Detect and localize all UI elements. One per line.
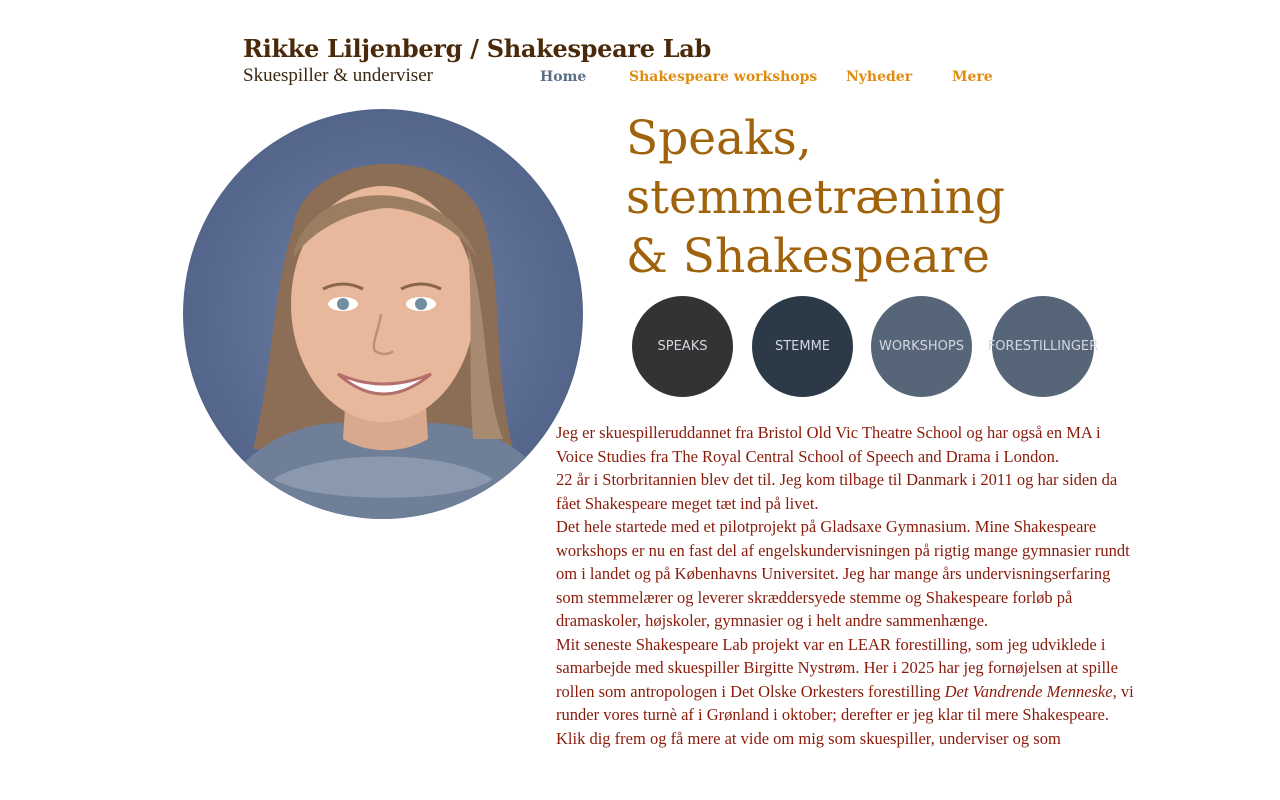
stemme-button[interactable]: STEMME — [752, 296, 853, 397]
page: Rikke Liljenberg / Shakespeare Lab Skues… — [0, 0, 1280, 800]
portrait-photo — [183, 109, 583, 519]
speaks-button[interactable]: SPEAKS — [632, 296, 733, 397]
site-title[interactable]: Rikke Liljenberg / Shakespeare Lab — [243, 34, 711, 63]
forestillinger-button[interactable]: FORESTILLINGER — [988, 296, 1098, 397]
nav-shakespeare-workshops[interactable]: Shakespeare workshops — [629, 69, 817, 85]
paragraph-workshops: Det hele startede med et pilotprojekt på… — [556, 517, 1130, 630]
headline-line-3: & Shakespeare — [626, 229, 990, 284]
headline-line-2: stemmetræning — [626, 170, 1005, 225]
page-headline: Speaks, stemmetræning & Shakespeare — [626, 109, 1186, 286]
site-subtitle: Skuespiller & underviser — [243, 65, 433, 86]
paragraph-education: Jeg er skuespilleruddannet fra Bristol O… — [556, 423, 1101, 466]
portrait-illustration — [203, 163, 573, 519]
nav-home[interactable]: Home — [540, 69, 586, 85]
paragraph-uk-years: 22 år i Storbritannien blev det til. Jeg… — [556, 470, 1118, 513]
headline-line-1: Speaks, — [626, 111, 812, 166]
nav-nyheder[interactable]: Nyheder — [846, 69, 912, 85]
workshops-button[interactable]: WORKSHOPS — [871, 296, 972, 397]
production-title: Det Vandrende Menneske, — [944, 681, 1117, 701]
paragraph-cta: Klik dig frem og få mere at vide om mig … — [556, 728, 1061, 748]
intro-text: Jeg er skuespilleruddannet fra Bristol O… — [556, 421, 1136, 750]
paragraph-latest-project: Mit seneste Shakespeare Lab projekt var … — [556, 633, 1136, 727]
nav-mere[interactable]: Mere — [952, 69, 993, 85]
